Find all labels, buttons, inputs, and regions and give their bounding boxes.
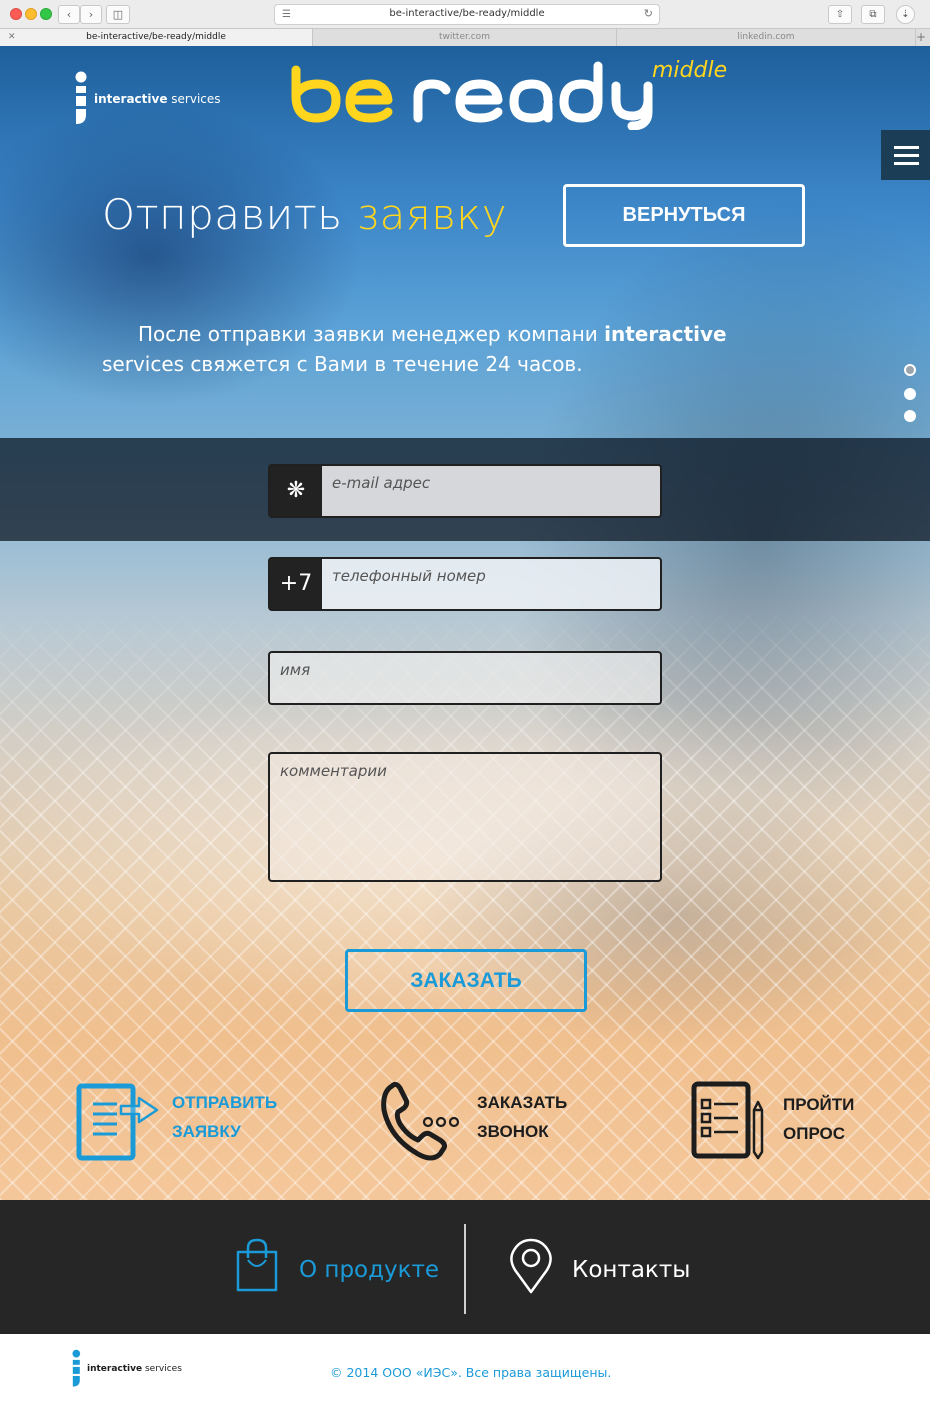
tabs-overview-icon[interactable]: ⧉ [861,5,885,24]
page-title: Отправить заявку [102,190,508,239]
order-button[interactable]: ЗАКАЗАТЬ [345,949,587,1012]
asterisk-icon: ❋ [270,466,322,516]
name-placeholder: имя [280,661,311,679]
carousel-dot[interactable] [904,388,916,400]
address-bar[interactable]: ☰ be-interactive/be-ready/middle ↻ [274,4,660,25]
tab-linkedin[interactable]: linkedin.com [617,29,916,46]
address-url: be-interactive/be-ready/middle [389,8,545,19]
browser-chrome: ‹ › ◫ ☰ be-interactive/be-ready/middle ↻… [0,0,930,47]
hero-section: interactive services middle Отправить за… [0,46,930,1200]
minimize-window-button[interactable] [25,8,37,20]
back-icon[interactable]: ‹ [58,5,80,24]
new-tab-icon[interactable]: + [916,29,926,46]
carousel-dot[interactable] [904,410,916,422]
footer-nav: О продукте Контакты [0,1200,930,1334]
tab-be-ready[interactable]: ✕ be-interactive/be-ready/middle [0,29,313,46]
carousel-dot[interactable] [904,364,916,376]
document-send-icon [76,1083,159,1161]
email-placeholder: e-mail адрес [332,474,431,492]
action-take-survey[interactable]: ПРОЙТИ ОПРОС [690,1078,890,1168]
action-send-request[interactable]: ОТПРАВИТЬ ЗАЯВКУ [75,1078,295,1168]
action-label: ЗАКАЗАТЬ ЗВОНОК [477,1093,568,1141]
sidebar-icon[interactable]: ◫ [106,5,130,24]
phone-placeholder: телефонный номер [332,567,486,585]
nav-product[interactable]: О продукте [230,1230,439,1300]
info-text: После отправки заявки менеджер компани i… [102,322,727,376]
tab-label: be-interactive/be-ready/middle [86,32,226,42]
nav-contacts[interactable]: Контакты [505,1230,705,1300]
tab-twitter[interactable]: twitter.com [313,29,617,46]
back-button[interactable]: ВЕРНУТЬСЯ [563,184,805,247]
footer-brand-logo[interactable]: interactive services [70,1348,182,1390]
close-window-button[interactable] [10,8,22,20]
email-field[interactable]: ❋ e-mail адрес [268,464,662,518]
brand-logo[interactable]: interactive services [72,71,222,127]
zoom-window-button[interactable] [40,8,52,20]
copyright-text: © 2014 ООО «ИЭС». Все права защищены. [330,1365,612,1380]
nav-product-label: О продукте [299,1257,440,1283]
brand-mark-icon [75,71,87,124]
download-icon[interactable]: ⇣ [896,5,915,24]
action-label: ПРОЙТИ ОПРОС [783,1095,855,1143]
phone-prefix: +7 [270,559,322,609]
phone-field[interactable]: +7 телефонный номер [268,557,662,611]
brand-name: interactive services [94,92,221,106]
close-tab-icon[interactable]: ✕ [8,29,16,46]
phone-icon [381,1081,460,1161]
footer-brand-name: interactive services [87,1364,182,1374]
tab-label: twitter.com [439,32,490,42]
brand-mark-icon [72,1349,81,1387]
tab-bar: ✕ be-interactive/be-ready/middle twitter… [0,28,930,46]
nav-contacts-label: Контакты [572,1257,691,1283]
survey-icon [691,1081,764,1160]
tab-label: linkedin.com [737,32,795,42]
action-order-call[interactable]: ЗАКАЗАТЬ ЗВОНОК [378,1078,578,1168]
share-icon[interactable]: ⇧ [828,5,852,24]
shopping-bag-icon [236,1238,278,1292]
comment-field[interactable]: комментарии [268,752,662,882]
action-label: ОТПРАВИТЬ ЗАЯВКУ [172,1093,278,1141]
nav-divider [464,1224,466,1314]
forward-icon[interactable]: › [80,5,102,24]
name-field[interactable]: имя [268,651,662,705]
map-pin-icon [510,1238,552,1294]
title-suffix: middle [652,58,728,83]
footer: interactive services © 2014 ООО «ИЭС». В… [0,1334,930,1404]
comment-placeholder: комментарии [280,762,387,780]
hamburger-icon[interactable] [881,130,930,180]
reload-icon[interactable]: ↻ [644,7,653,20]
